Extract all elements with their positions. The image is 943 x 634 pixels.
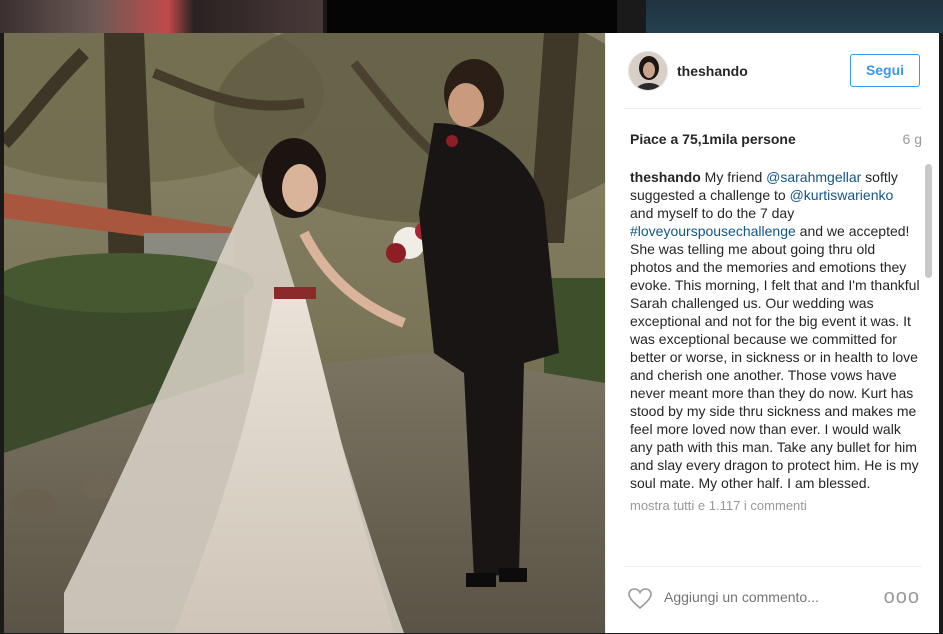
caption-text: and myself to do the 7 day: [630, 205, 795, 221]
post-details-panel: theshando Segui Piace a 75,1mila persone…: [605, 33, 939, 633]
more-options-icon[interactable]: ooo: [884, 587, 920, 607]
follow-button[interactable]: Segui: [850, 54, 920, 87]
post-header: theshando Segui: [624, 33, 922, 109]
post-photo: [4, 33, 605, 633]
profile-picture-image: [629, 52, 667, 90]
feed-thumbnail[interactable]: [646, 0, 943, 33]
mention-link[interactable]: @kurtiswarienko: [790, 187, 894, 203]
likes-count[interactable]: Piace a 75,1mila persone: [630, 131, 796, 147]
username-link[interactable]: theshando: [677, 63, 748, 79]
post-caption: theshando My friend @sarahmgellar softly…: [630, 168, 920, 492]
post-timestamp[interactable]: 6 g: [903, 131, 922, 147]
heart-outline-icon[interactable]: [628, 587, 652, 611]
hashtag-link[interactable]: #loveyourspousechallenge: [630, 223, 796, 239]
view-all-comments-link[interactable]: mostra tutti e 1.117 i commenti: [630, 498, 920, 513]
feed-thumbnail[interactable]: [327, 0, 617, 33]
avatar[interactable]: [628, 51, 668, 91]
post-modal: theshando Segui Piace a 75,1mila persone…: [4, 33, 939, 633]
caption-scrollbar[interactable]: [925, 164, 932, 278]
post-footer: ooo: [624, 566, 922, 633]
caption-username[interactable]: theshando: [630, 169, 701, 185]
mention-link[interactable]: @sarahmgellar: [766, 169, 861, 185]
caption-area: theshando My friend @sarahmgellar softly…: [630, 168, 920, 563]
likes-row: Piace a 75,1mila persone 6 g: [628, 129, 922, 153]
caption-text: and we accepted! She was telling me abou…: [630, 223, 920, 491]
comment-input[interactable]: [664, 589, 874, 605]
feed-thumbnail[interactable]: [0, 0, 323, 33]
wedding-photo-image: [4, 33, 605, 633]
caption-text: My friend: [700, 169, 767, 185]
